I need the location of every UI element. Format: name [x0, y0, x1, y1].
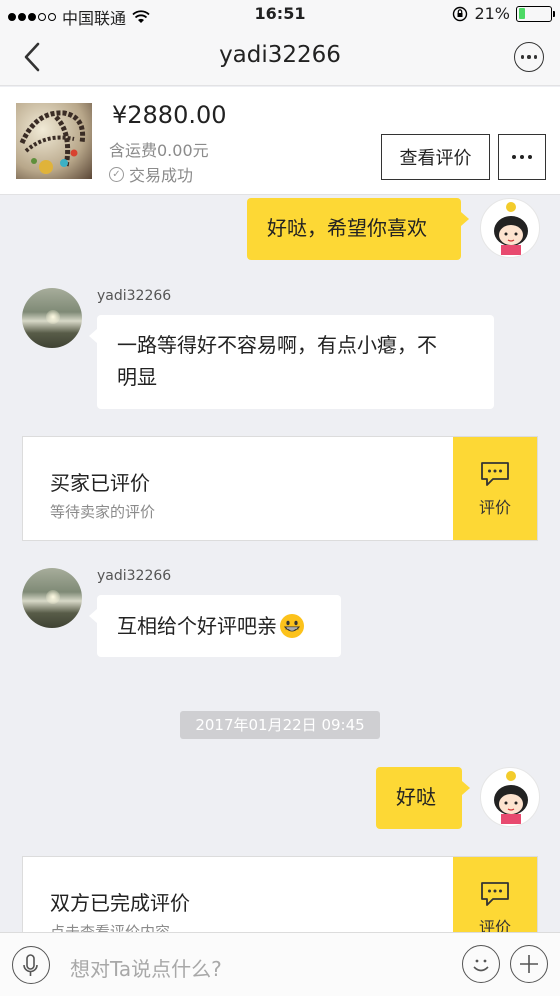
- review-button[interactable]: 评价: [453, 437, 537, 540]
- contact-avatar[interactable]: [22, 568, 82, 628]
- view-review-button[interactable]: 查看评价: [381, 134, 490, 180]
- shipping-fee: 含运费0.00元: [109, 141, 209, 160]
- microphone-icon[interactable]: [12, 946, 50, 984]
- more-options-icon[interactable]: [514, 42, 544, 72]
- order-status-text: 交易成功: [129, 166, 194, 185]
- contact-avatar[interactable]: [22, 288, 82, 348]
- review-card-title: 买家已评价: [50, 471, 150, 495]
- review-card-title: 双方已完成评价: [50, 891, 190, 915]
- battery-percent: 21%: [474, 4, 510, 23]
- status-right: 21%: [452, 4, 555, 23]
- outgoing-message[interactable]: 好哒，希望你喜欢: [247, 198, 469, 260]
- review-card-subtitle: 等待卖家的评价: [50, 503, 156, 521]
- navigation-bar: yadi32266: [0, 28, 560, 86]
- incoming-message[interactable]: 互相给个好评吧亲: [89, 595, 341, 657]
- cartoon-avatar-icon: [494, 202, 528, 255]
- review-button-label: 评价: [478, 497, 511, 517]
- order-summary: ¥2880.00 含运费0.00元 ✓ 交易成功 查看评价: [0, 87, 560, 195]
- message-input-bar: 想对Ta说点什么?: [0, 932, 560, 996]
- rotation-lock-icon: [453, 6, 468, 21]
- my-avatar[interactable]: [480, 198, 540, 258]
- battery-icon: [516, 5, 555, 22]
- sender-name: yadi32266: [97, 288, 172, 304]
- order-status: ✓ 交易成功: [109, 162, 193, 186]
- order-more-button[interactable]: [498, 134, 546, 180]
- plus-icon[interactable]: [510, 945, 548, 983]
- product-thumbnail[interactable]: [16, 103, 92, 179]
- my-avatar[interactable]: [480, 767, 540, 827]
- emoji-icon[interactable]: [462, 945, 500, 983]
- incoming-message-text: 互相给个好评吧亲: [117, 614, 277, 638]
- timestamp-divider: 2017年01月22日 09:45: [180, 711, 380, 739]
- battery-fill: [518, 8, 525, 19]
- comment-icon: [481, 881, 509, 906]
- cartoon-avatar-icon: [494, 771, 528, 824]
- check-circle-icon: ✓: [109, 166, 124, 182]
- message-input[interactable]: 想对Ta说点什么?: [70, 953, 222, 982]
- outgoing-message[interactable]: 好哒: [376, 767, 470, 829]
- order-price: ¥2880.00: [112, 101, 227, 129]
- incoming-message-line: 一路等得好不容易啊，有点小瘪，不: [117, 333, 437, 357]
- incoming-message[interactable]: 一路等得好不容易啊，有点小瘪，不 明显: [89, 315, 494, 409]
- review-card[interactable]: 买家已评价 等待卖家的评价 评价: [22, 436, 538, 541]
- incoming-message-line: 明显: [117, 365, 157, 389]
- status-bar: 中国联通 16:51 21%: [0, 0, 560, 28]
- grinning-emoji-icon: [280, 614, 304, 638]
- comment-icon: [481, 461, 509, 486]
- sender-name: yadi32266: [97, 568, 172, 584]
- chat-title: yadi32266: [219, 42, 341, 68]
